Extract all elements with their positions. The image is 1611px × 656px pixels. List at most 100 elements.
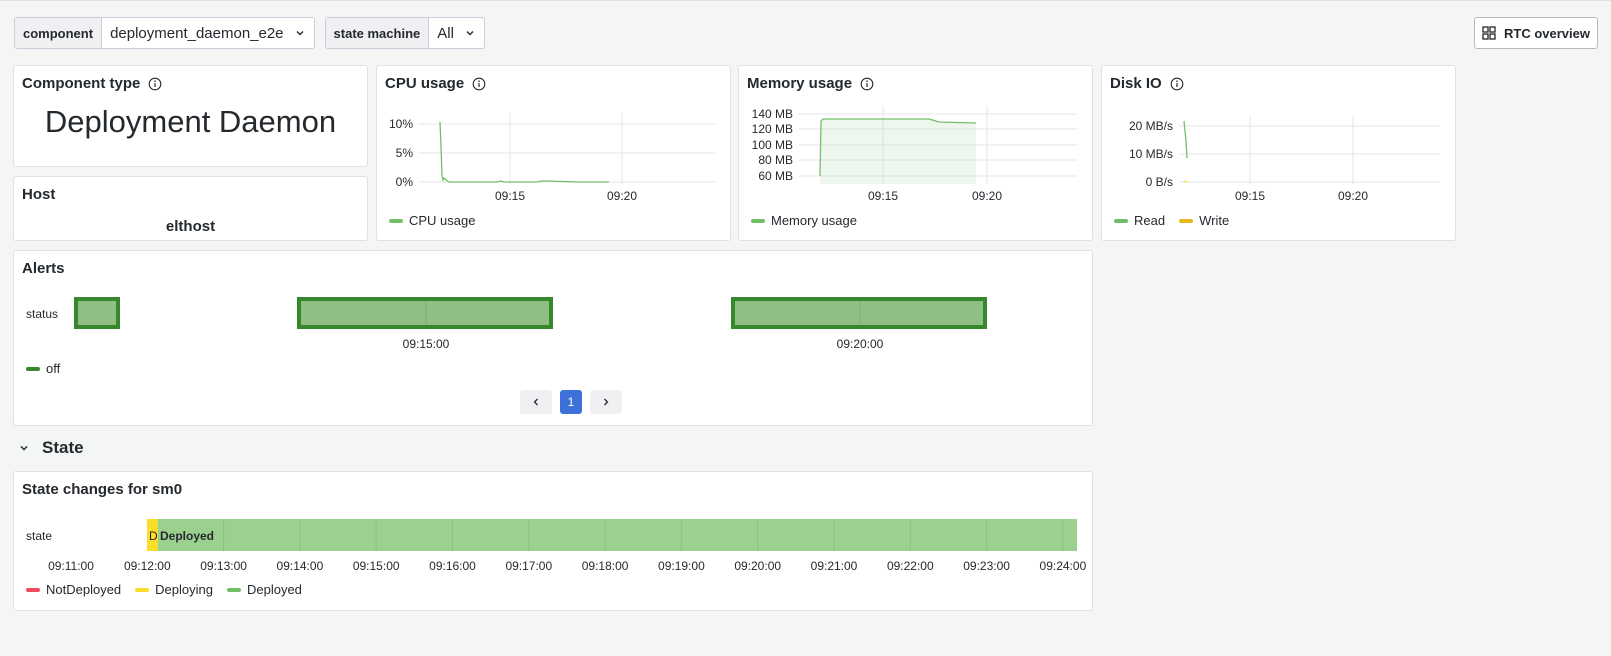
memory-legend-label: Memory usage: [771, 213, 857, 228]
state-segment-deployed[interactable]: [158, 519, 1077, 551]
alerts-timeline: status 09:15:00 09:20:00: [26, 297, 987, 351]
disk-io-panel: Disk IO 20 MB/s 10 MB/s 0 B/s 09:15 09:2…: [1101, 65, 1456, 241]
state-xtick: 09:13:00: [200, 559, 247, 573]
disk-legend-read-label: Read: [1134, 213, 1166, 228]
state-segment-deploying-label: D: [149, 529, 158, 543]
disk-legend-write[interactable]: Write: [1179, 213, 1229, 228]
cpu-legend-label: CPU usage: [409, 213, 476, 228]
state-xtick: 09:15:00: [353, 559, 400, 573]
page-1-button[interactable]: 1: [560, 390, 582, 414]
state-changes-panel: State changes for sm0 state D Deployed 0…: [13, 471, 1093, 611]
rtc-overview-button[interactable]: RTC overview: [1474, 17, 1598, 49]
chevron-down-icon: [20, 445, 28, 451]
component-select[interactable]: deployment_daemon_e2e: [102, 18, 313, 48]
component-select-value: deployment_daemon_e2e: [110, 24, 284, 42]
alerts-xtick: 09:15:00: [403, 337, 450, 351]
next-page-button[interactable]: [590, 390, 622, 414]
memory-ytick: 80 MB: [758, 153, 793, 167]
disk-read-line: [1183, 120, 1188, 159]
chevron-left-icon: [533, 398, 538, 406]
cpu-legend: CPU usage: [389, 213, 475, 228]
memory-ytick: 120 MB: [752, 122, 793, 136]
state-row-header[interactable]: State: [18, 438, 84, 458]
state-xtick: 09:24:00: [1040, 559, 1087, 573]
host-value: elthost: [165, 218, 216, 235]
memory-series-fill: [820, 119, 976, 184]
alert-segment[interactable]: [731, 297, 987, 329]
cpu-legend-item[interactable]: CPU usage: [389, 213, 475, 228]
disk-ytick: 0 B/s: [1146, 175, 1173, 189]
memory-ytick: 140 MB: [752, 107, 793, 121]
alerts-pagination: 1: [520, 390, 622, 414]
disk-ytick: 20 MB/s: [1129, 119, 1173, 133]
state-legend-notdeployed-swatch: [26, 587, 40, 592]
memory-ytick: 100 MB: [752, 138, 793, 152]
state-legend-notdeployed[interactable]: NotDeployed: [26, 582, 121, 597]
cpu-ytick: 5%: [396, 146, 414, 160]
disk-legend-write-swatch: [1179, 218, 1194, 223]
state-legend: NotDeployed Deploying Deployed: [26, 582, 302, 597]
alert-segment[interactable]: [74, 297, 120, 329]
component-type-panel: Component type Deployment Daemon: [13, 65, 368, 167]
disk-legend-read-swatch: [1114, 218, 1128, 223]
chevron-down-icon: [296, 31, 304, 36]
component-type-value: Deployment Daemon: [44, 104, 337, 139]
state-xtick: 09:12:00: [124, 559, 171, 573]
memory-legend: Memory usage: [751, 213, 857, 228]
component-variable-label: component: [15, 18, 103, 48]
state-legend-deployed[interactable]: Deployed: [226, 582, 302, 597]
dashboard-grid-icon: [1482, 26, 1496, 40]
component-variable: component deployment_daemon_e2e: [14, 17, 315, 49]
variable-bar: component deployment_daemon_e2e state ma…: [14, 17, 485, 49]
state-legend-notdeployed-label: NotDeployed: [46, 582, 122, 597]
alerts-row-label: status: [26, 307, 58, 321]
memory-xtick: 09:20: [972, 189, 1002, 203]
state-xtick: 09:22:00: [887, 559, 934, 573]
cpu-legend-swatch: [389, 218, 403, 223]
state-legend-deploying-label: Deploying: [155, 582, 213, 597]
state-xtick: 09:16:00: [429, 559, 476, 573]
cpu-xtick: 09:20: [607, 189, 637, 203]
component-type-title-text: Component type: [22, 75, 141, 92]
alerts-legend-item[interactable]: off: [26, 361, 60, 376]
disk-legend-read[interactable]: Read: [1114, 213, 1165, 228]
state-machine-select[interactable]: All: [429, 18, 484, 48]
disk-xtick: 09:15: [1235, 189, 1265, 203]
state-xtick: 09:17:00: [505, 559, 552, 573]
state-xtick: 09:14:00: [277, 559, 324, 573]
memory-legend-item[interactable]: Memory usage: [751, 213, 857, 228]
alerts-legend: off: [26, 361, 60, 376]
cpu-ytick: 10%: [389, 117, 413, 131]
state-row-label: state: [26, 529, 52, 543]
prev-page-button[interactable]: [520, 390, 552, 414]
alerts-legend-label: off: [46, 361, 61, 376]
memory-usage-panel: Memory usage 140 MB 120 MB 100 MB 80 MB …: [738, 65, 1093, 241]
alerts-panel: Alerts status 09:15:00 09:20:00 off 1: [13, 250, 1093, 426]
memory-ytick: 60 MB: [758, 169, 793, 183]
memory-legend-swatch: [751, 218, 765, 223]
info-icon[interactable]: [148, 77, 162, 91]
state-legend-deploying-swatch: [135, 587, 150, 592]
state-row-title: State: [42, 438, 84, 457]
state-legend-deploying[interactable]: Deploying: [135, 582, 213, 597]
alerts-legend-swatch: [26, 366, 40, 371]
state-machine-select-value: All: [437, 24, 454, 42]
disk-legend-write-label: Write: [1199, 213, 1230, 228]
state-legend-deployed-label: Deployed: [246, 582, 302, 597]
memory-xtick: 09:15: [868, 189, 898, 203]
state-segment-deployed-label: Deployed: [160, 529, 214, 543]
state-legend-deployed-swatch: [226, 587, 241, 592]
state-xtick: 09:18:00: [582, 559, 629, 573]
host-title: Host: [22, 186, 56, 203]
state-machine-variable: state machine All: [324, 17, 485, 49]
cpu-series-line: [439, 121, 609, 183]
disk-ytick: 10 MB/s: [1129, 147, 1173, 161]
cpu-xtick: 09:15: [495, 189, 525, 203]
alert-segment[interactable]: [297, 297, 553, 329]
state-xtick: 09:19:00: [658, 559, 705, 573]
disk-legend: Read Write: [1114, 213, 1229, 228]
chevron-right-icon: [604, 398, 609, 406]
disk-write-line: [1183, 180, 1187, 183]
host-panel: Host elthost: [13, 176, 368, 241]
state-xtick: 09:11:00: [48, 559, 94, 573]
